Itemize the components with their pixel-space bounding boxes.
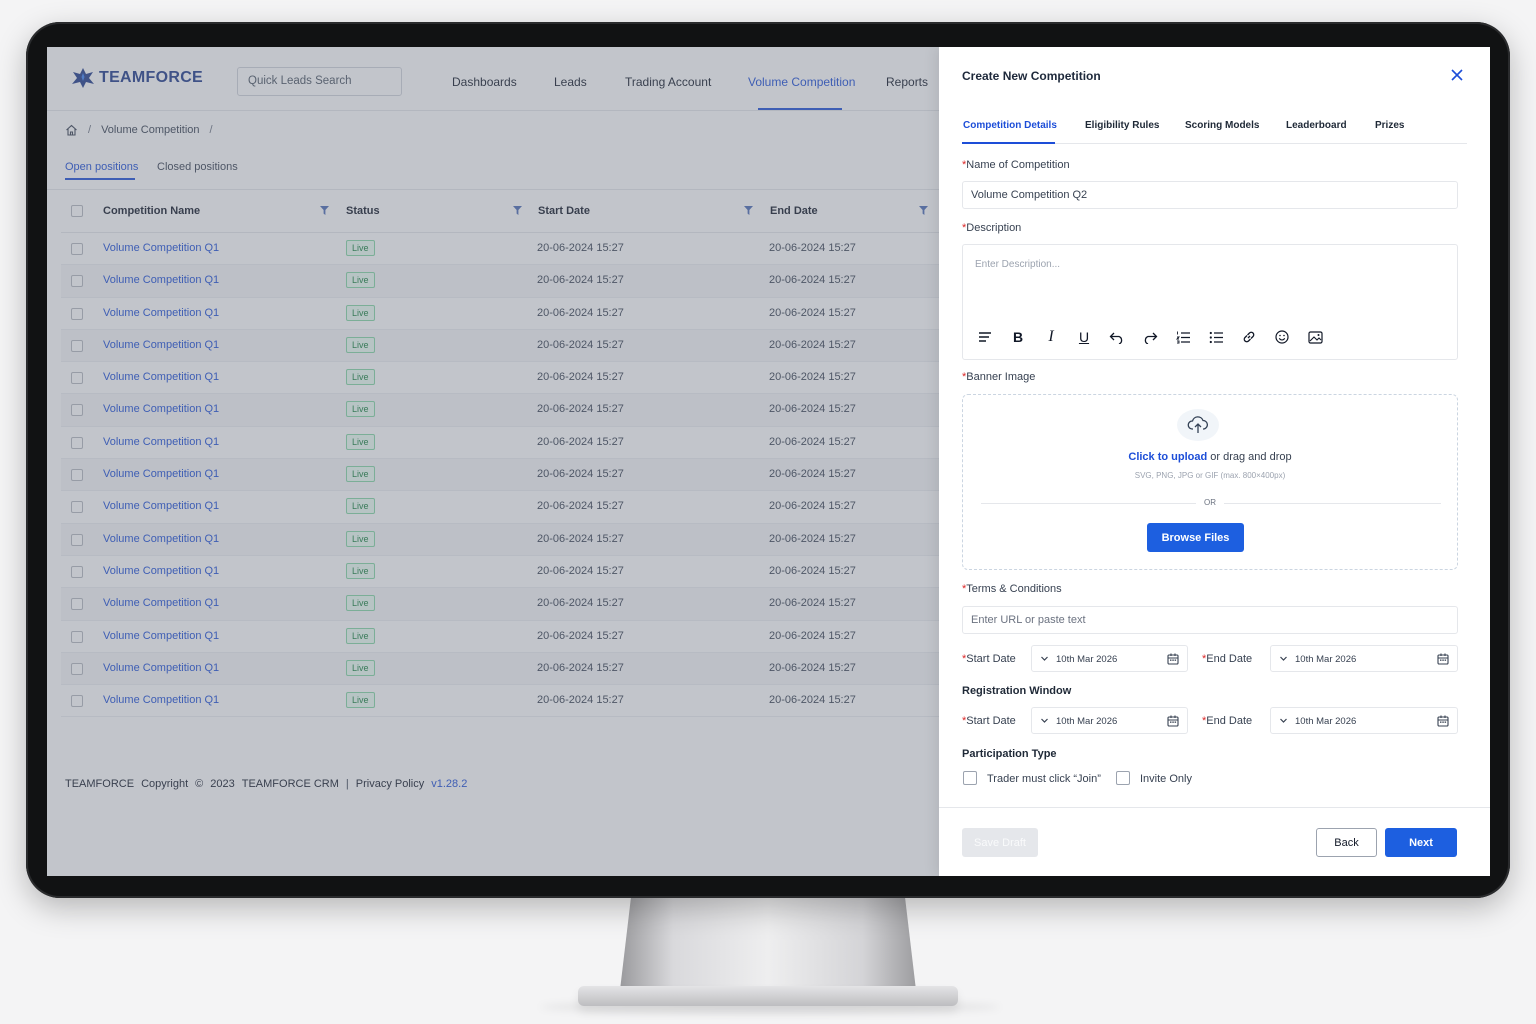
image-icon[interactable] (1305, 327, 1325, 347)
chevron-down-icon (1041, 718, 1048, 723)
start-date-label: *Start Date (962, 653, 1016, 665)
browse-files-button[interactable]: Browse Files (1147, 523, 1244, 552)
reg-end-date-value: 10th Mar 2026 (1295, 716, 1357, 727)
close-icon[interactable] (1450, 68, 1464, 82)
emoji-icon[interactable] (1272, 327, 1292, 347)
panel-tabs: Competition Details Eligibility Rules Sc… (939, 117, 1490, 144)
description-placeholder: Enter Description... (975, 259, 1061, 270)
cloud-upload-icon (1177, 409, 1219, 441)
reg-end-date-label: *End Date (1202, 715, 1253, 727)
undo-icon[interactable] (1107, 327, 1127, 347)
or-text: OR (963, 498, 1457, 507)
description-label: *Description (962, 222, 1022, 234)
registration-window-title: Registration Window (962, 685, 1072, 697)
banner-dropzone[interactable]: Click to upload or drag and drop SVG, PN… (962, 394, 1458, 570)
panel-footer-divider (939, 807, 1490, 808)
reg-end-date-picker[interactable]: 10th Mar 2026 (1270, 707, 1458, 734)
italic-icon[interactable]: I (1041, 327, 1061, 347)
underline-icon[interactable]: U (1074, 327, 1094, 347)
back-button[interactable]: Back (1316, 828, 1377, 857)
name-label: *Name of Competition (962, 159, 1070, 171)
create-competition-panel: Create New Competition Competition Detai… (939, 47, 1490, 876)
tab-scoring-models[interactable]: Scoring Models (1185, 120, 1259, 131)
monitor-base (578, 986, 958, 1006)
panel-title: Create New Competition (962, 69, 1101, 83)
competition-name-input[interactable]: Volume Competition Q2 (962, 181, 1458, 209)
crm-app: TEAMFORCE Quick Leads Search Dashboards … (47, 47, 939, 876)
description-editor[interactable]: Enter Description... B I U (962, 244, 1458, 360)
align-icon[interactable] (975, 327, 995, 347)
panel-tab-active-indicator (962, 142, 1055, 144)
chevron-down-icon (1280, 656, 1287, 661)
save-draft-button[interactable]: Save Draft (962, 828, 1038, 857)
calendar-icon[interactable] (1167, 715, 1179, 727)
upload-hint: SVG, PNG, JPG or GIF (max. 800×400px) (1134, 471, 1286, 480)
calendar-icon[interactable] (1437, 715, 1449, 727)
screen: TEAMFORCE Quick Leads Search Dashboards … (47, 47, 1490, 876)
click-to-upload-link[interactable]: Click to upload (1128, 451, 1207, 463)
upload-instructions: Click to upload or drag and drop (1128, 451, 1292, 463)
join-required-checkbox[interactable] (963, 771, 977, 785)
chevron-down-icon (1280, 718, 1287, 723)
editor-toolbar: B I U (975, 327, 1325, 347)
reg-start-date-picker[interactable]: 10th Mar 2026 (1031, 707, 1188, 734)
start-date-picker[interactable]: 10th Mar 2026 (1031, 645, 1188, 672)
calendar-icon[interactable] (1167, 653, 1179, 665)
reg-start-date-label: *Start Date (962, 715, 1016, 727)
ordered-list-icon[interactable] (1173, 327, 1193, 347)
tab-leaderboard[interactable]: Leaderboard (1286, 120, 1347, 131)
invite-only-checkbox[interactable] (1116, 771, 1130, 785)
banner-label: *Banner Image (962, 371, 1036, 383)
terms-input[interactable]: Enter URL or paste text (962, 606, 1458, 634)
calendar-icon[interactable] (1437, 653, 1449, 665)
end-date-label: *End Date (1202, 653, 1253, 665)
join-required-label: Trader must click “Join” (987, 773, 1101, 785)
monitor-stand (620, 890, 916, 990)
start-date-value: 10th Mar 2026 (1056, 654, 1118, 665)
terms-label: *Terms & Conditions (962, 583, 1062, 595)
invite-only-label: Invite Only (1140, 773, 1192, 785)
next-button[interactable]: Next (1385, 828, 1457, 857)
chevron-down-icon (1041, 656, 1048, 661)
end-date-value: 10th Mar 2026 (1295, 654, 1357, 665)
tab-prizes[interactable]: Prizes (1375, 120, 1404, 131)
modal-backdrop[interactable] (47, 47, 939, 876)
bullet-list-icon[interactable] (1206, 327, 1226, 347)
tab-competition-details[interactable]: Competition Details (963, 120, 1057, 131)
tab-eligibility-rules[interactable]: Eligibility Rules (1085, 120, 1159, 131)
redo-icon[interactable] (1140, 327, 1160, 347)
bold-icon[interactable]: B (1008, 327, 1028, 347)
link-icon[interactable] (1239, 327, 1259, 347)
participation-type-title: Participation Type (962, 748, 1057, 760)
reg-start-date-value: 10th Mar 2026 (1056, 716, 1118, 727)
end-date-picker[interactable]: 10th Mar 2026 (1270, 645, 1458, 672)
